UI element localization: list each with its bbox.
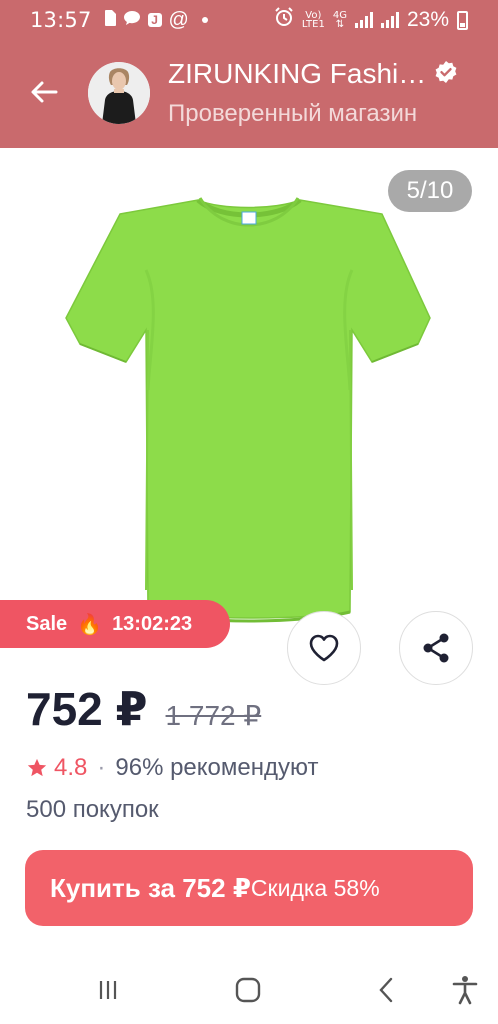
back-arrow-icon bbox=[31, 81, 58, 103]
recents-button[interactable] bbox=[84, 966, 132, 1014]
notification-icons: J @ bbox=[104, 8, 208, 32]
system-nav-bar bbox=[0, 956, 498, 1024]
discount-label: Скидка 58% bbox=[250, 874, 380, 901]
buy-button[interactable]: Купить за 752 ₽ Скидка 58% bbox=[25, 850, 473, 926]
volte-bottom: LTE1 bbox=[301, 19, 325, 30]
buy-label: Купить за 752 ₽ bbox=[50, 872, 251, 903]
favorite-button[interactable] bbox=[287, 611, 361, 685]
home-icon bbox=[235, 977, 261, 1003]
sim-card-icon bbox=[104, 8, 116, 32]
shop-name-row[interactable]: ZIRUNKING Fashi… bbox=[168, 58, 490, 90]
recommend-text: 96% рекомендуют bbox=[115, 754, 319, 781]
sale-badge: Sale 🔥 13:02:23 bbox=[0, 600, 230, 648]
rating-row[interactable]: 4.8 · 96% рекомендуют bbox=[26, 754, 318, 782]
shop-name: ZIRUNKING Fashi… bbox=[168, 58, 427, 89]
back-icon bbox=[379, 977, 393, 1003]
at-icon: @ bbox=[168, 8, 189, 31]
fire-icon: 🔥 bbox=[77, 613, 103, 636]
status-bar: 13:57 J @ Vo) LTE1 4G ⇅ 23% bbox=[0, 0, 498, 40]
verified-icon bbox=[434, 60, 458, 89]
shop-subtitle: Проверенный магазин bbox=[168, 100, 418, 127]
share-icon bbox=[423, 633, 449, 663]
message-icon bbox=[123, 8, 141, 32]
price-row: 752 ₽ 1 772 ₽ bbox=[26, 682, 261, 736]
data-arrows-icon: ⇅ bbox=[335, 19, 345, 30]
volte-indicator: Vo) LTE1 bbox=[301, 11, 325, 30]
sale-label: Sale bbox=[26, 612, 68, 635]
dot-icon bbox=[201, 17, 208, 23]
avatar-image bbox=[88, 62, 150, 124]
signal-icon-2 bbox=[380, 12, 399, 28]
app-j-icon: J bbox=[147, 13, 162, 27]
signal-icon bbox=[354, 12, 373, 28]
sale-timer: 13:02:23 bbox=[112, 612, 193, 635]
rating-value: 4.8 bbox=[54, 754, 88, 781]
status-time: 13:57 bbox=[30, 8, 92, 32]
old-price: 1 772 ₽ bbox=[165, 700, 262, 731]
alarm-icon bbox=[274, 7, 294, 33]
battery-icon bbox=[457, 10, 468, 30]
nav-back-button[interactable] bbox=[362, 966, 410, 1014]
shop-avatar[interactable] bbox=[88, 62, 150, 124]
star-icon bbox=[27, 758, 47, 777]
product-gallery[interactable] bbox=[0, 150, 498, 630]
share-button[interactable] bbox=[399, 611, 473, 685]
product-image bbox=[65, 197, 431, 623]
accessibility-icon bbox=[452, 976, 478, 1005]
home-button[interactable] bbox=[224, 966, 272, 1014]
image-counter: 5/10 bbox=[388, 170, 472, 212]
accessibility-button[interactable] bbox=[441, 966, 489, 1014]
purchases-count: 500 покупок bbox=[26, 796, 159, 823]
rating-separator: · bbox=[97, 754, 106, 781]
back-button[interactable] bbox=[22, 70, 66, 114]
current-price: 752 ₽ bbox=[26, 683, 148, 735]
app-header: ZIRUNKING Fashi… Проверенный магазин bbox=[0, 40, 498, 148]
data-indicator: 4G ⇅ bbox=[333, 11, 347, 30]
battery-percent: 23% bbox=[406, 8, 449, 31]
heart-icon bbox=[309, 634, 339, 662]
system-icons: Vo) LTE1 4G ⇅ 23% bbox=[274, 7, 468, 33]
recents-icon bbox=[99, 981, 117, 999]
